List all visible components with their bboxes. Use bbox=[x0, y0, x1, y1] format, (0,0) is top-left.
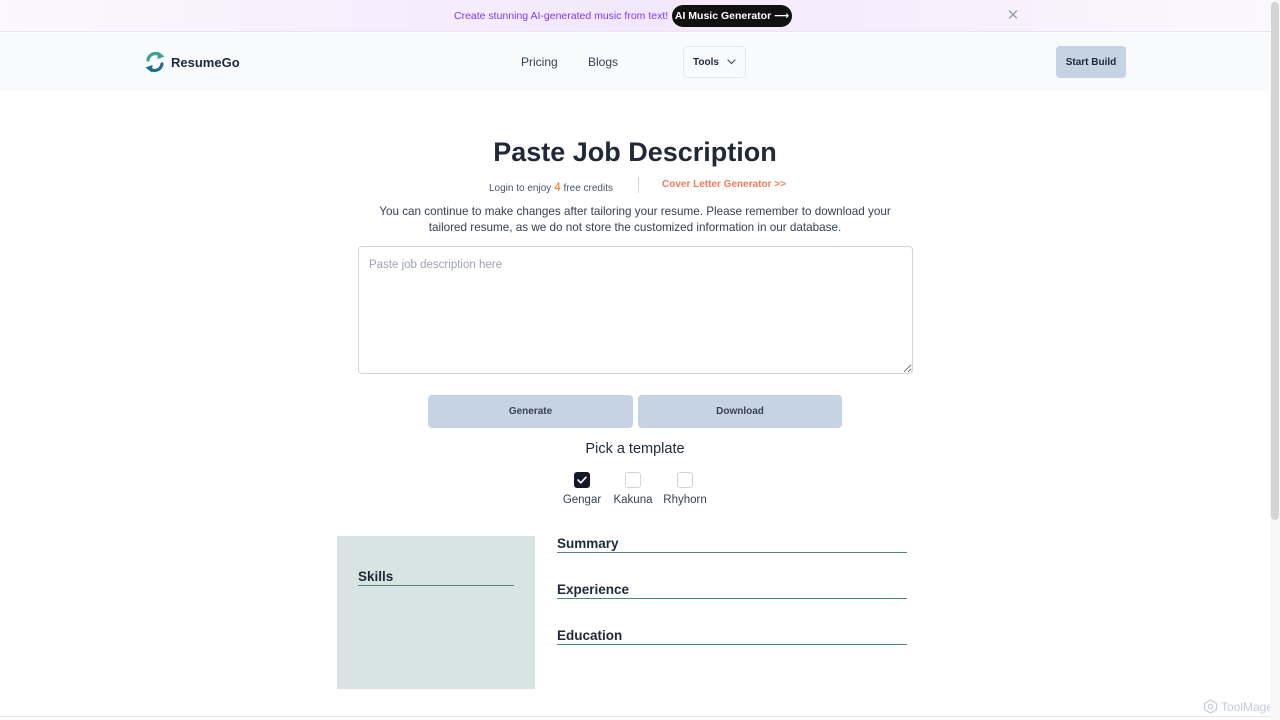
divider bbox=[638, 177, 639, 193]
template-option-kakuna[interactable]: Kakuna bbox=[603, 472, 663, 506]
watermark: ToolMage bbox=[1203, 699, 1273, 714]
page-divider bbox=[0, 716, 1270, 717]
logo-icon bbox=[145, 51, 165, 73]
template-checkbox[interactable] bbox=[677, 472, 693, 488]
template-label: Gengar bbox=[562, 494, 602, 506]
chevron-down-icon bbox=[727, 59, 736, 65]
tools-dropdown[interactable]: Tools bbox=[683, 46, 746, 78]
tools-label: Tools bbox=[693, 56, 719, 68]
template-label: Rhyhorn bbox=[663, 494, 707, 506]
start-build-button[interactable]: Start Build bbox=[1056, 46, 1126, 78]
promo-banner: Create stunning AI-generated music from … bbox=[0, 0, 1270, 32]
ai-music-generator-button[interactable]: AI Music Generator ⟶ bbox=[672, 5, 792, 27]
preview-section-skills: Skills bbox=[358, 569, 514, 586]
preview-section-experience: Experience bbox=[557, 582, 907, 599]
nav-link-pricing[interactable]: Pricing bbox=[521, 55, 558, 69]
preview-section-education: Education bbox=[557, 628, 907, 645]
check-icon bbox=[577, 476, 587, 484]
credits-prefix: Login to enjoy bbox=[489, 183, 552, 194]
nav-link-blogs[interactable]: Blogs bbox=[588, 55, 618, 69]
credits-suffix: free credits bbox=[563, 183, 613, 194]
generate-button[interactable]: Generate bbox=[428, 395, 633, 428]
info-text: You can continue to make changes after t… bbox=[379, 205, 891, 234]
page-title: Paste Job Description bbox=[493, 137, 777, 167]
template-checkbox[interactable] bbox=[574, 472, 590, 488]
close-icon[interactable]: ✕ bbox=[1005, 8, 1021, 24]
watermark-icon bbox=[1203, 699, 1218, 714]
preview-section-summary: Summary bbox=[557, 536, 907, 553]
job-description-input[interactable] bbox=[358, 246, 913, 374]
template-option-rhyhorn[interactable]: Rhyhorn bbox=[655, 472, 715, 506]
template-label: Kakuna bbox=[613, 494, 653, 506]
resume-preview-sidebar: Skills bbox=[337, 536, 535, 689]
scrollbar-thumb[interactable] bbox=[1271, 2, 1279, 520]
logo[interactable]: ResumeGo bbox=[144, 50, 240, 74]
watermark-text: ToolMage bbox=[1221, 699, 1274, 714]
promo-text: Create stunning AI-generated music from … bbox=[454, 10, 669, 22]
credits-info: Login to enjoy 4 free credits bbox=[489, 180, 613, 194]
logo-text: ResumeGo bbox=[171, 54, 240, 70]
navbar: ResumeGo Pricing Blogs Tools Start Build bbox=[0, 33, 1270, 91]
pick-template-heading: Pick a template bbox=[585, 441, 685, 457]
credits-count: 4 bbox=[554, 180, 561, 194]
cover-letter-generator-link[interactable]: Cover Letter Generator >> bbox=[662, 179, 786, 190]
template-checkbox[interactable] bbox=[625, 472, 641, 488]
download-button[interactable]: Download bbox=[638, 395, 842, 428]
